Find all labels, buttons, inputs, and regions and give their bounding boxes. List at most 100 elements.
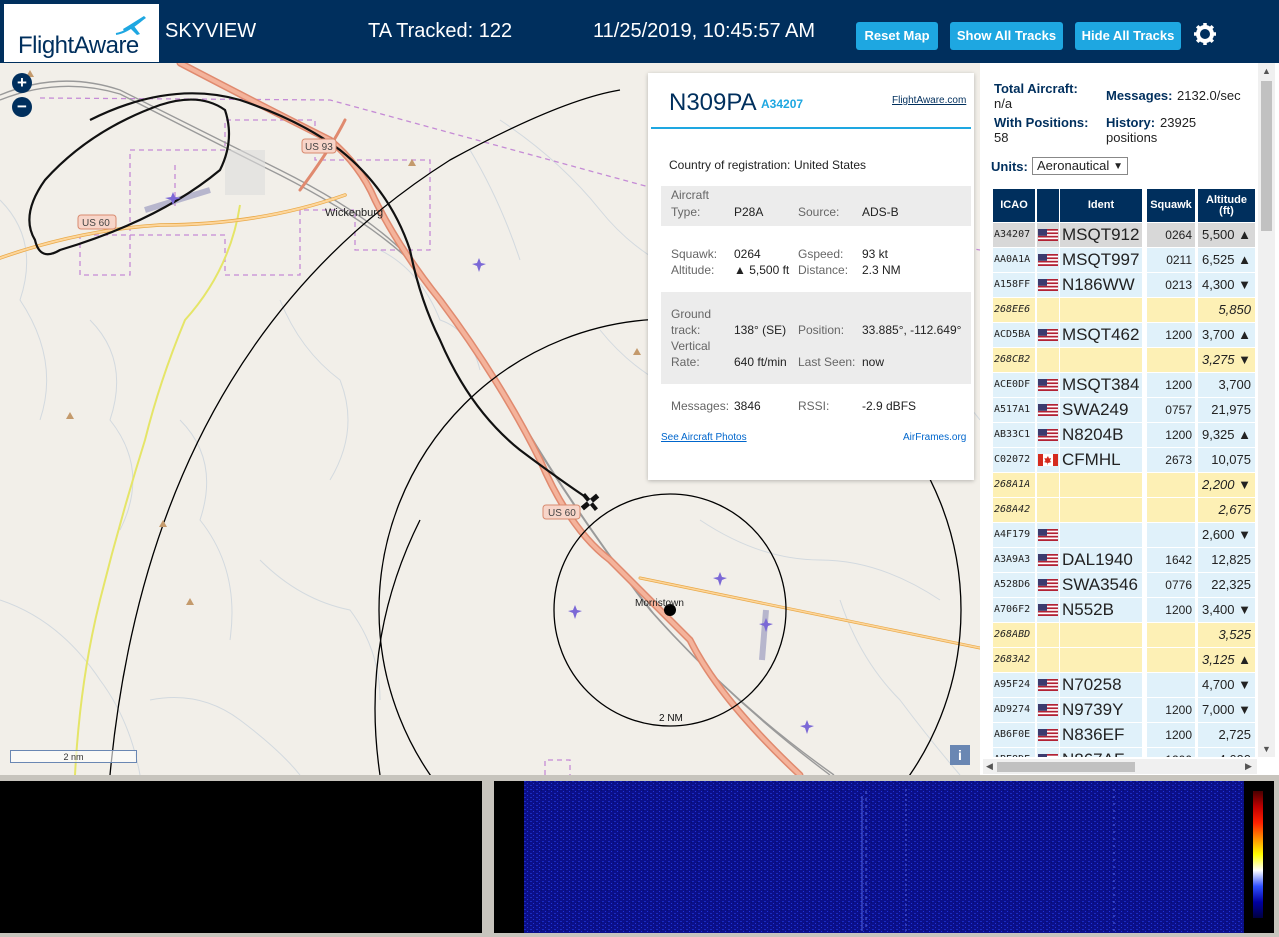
icao-cell: AA0A1A (993, 248, 1035, 272)
table-row[interactable]: 268A1A 2,200 ▼ (993, 473, 1255, 498)
scrollbar-thumb[interactable] (1261, 81, 1272, 231)
scroll-left-icon[interactable]: ◀ (986, 761, 993, 772)
horizontal-scrollbar[interactable]: ◀ ▶ (983, 759, 1257, 774)
table-row[interactable]: 268ABD 3,525 (993, 623, 1255, 648)
town-label-wickenburg: Wickenburg (325, 207, 383, 219)
ident-cell: N552B (1060, 598, 1142, 622)
ground-track-label: Ground (671, 307, 712, 321)
flag-cell (1037, 448, 1059, 472)
logo-text: FlightAware (18, 32, 139, 59)
col-ident[interactable]: Ident (1060, 189, 1142, 222)
messages-label: Messages: (671, 399, 730, 413)
track-position-row: Ground track: 138° (SE) Position: 33.885… (661, 292, 971, 384)
scroll-right-icon[interactable]: ▶ (1245, 761, 1252, 772)
flightaware-logo[interactable]: FlightAware (4, 4, 159, 62)
canada-flag-icon (1038, 454, 1058, 466)
icao-cell: A517A1 (993, 398, 1035, 422)
reset-map-button[interactable]: Reset Map (856, 22, 938, 50)
ident-cell: MSQT462 (1060, 323, 1142, 347)
altitude-cell: 22,325 ▼ (1198, 573, 1255, 616)
table-row[interactable]: A528D6 SWA3546077622,325 ▼ (993, 573, 1255, 616)
source-label: Source: (798, 205, 840, 219)
squawk-cell: 0776 (1147, 573, 1195, 597)
country-label: Country of registration: (669, 158, 791, 172)
hide-all-tracks-button[interactable]: Hide All Tracks (1075, 22, 1181, 50)
table-row[interactable]: AD9274 N9739Y 1200 7,000 ▼ (993, 698, 1255, 723)
vertical-rate-label: Vertical (671, 339, 711, 353)
icao-cell: 268A42 (993, 498, 1035, 522)
ident-cell: SWA249 (1060, 398, 1142, 422)
table-row[interactable]: 268CB2 3,275 ▼ (993, 348, 1255, 373)
col-icao[interactable]: ICAO (993, 189, 1035, 222)
icao-cell: A158FF (993, 273, 1035, 297)
col-altitude[interactable]: Altitude (ft) (1198, 189, 1255, 222)
flag-cell (1037, 273, 1059, 297)
squawk-cell: 1642 (1147, 548, 1195, 572)
zoom-in-button[interactable]: + (12, 73, 32, 93)
flag-cell (1037, 698, 1059, 722)
table-row[interactable]: 268EE6 5,850 (993, 298, 1255, 323)
ident-cell: CFMHL (1060, 448, 1142, 472)
icao-cell: ABE8DE (993, 748, 1035, 757)
selected-flight-track (28, 92, 591, 501)
icao-cell: 268CB2 (993, 348, 1035, 372)
icao-cell: A95F24 (993, 673, 1035, 697)
us60-label: US 60 (548, 508, 576, 519)
col-squawk[interactable]: Squawk (1147, 189, 1195, 222)
units-select[interactable]: Aeronautical ▼ (1032, 157, 1128, 175)
table-row[interactable]: A34207 MSQT912 0264 5,500 ▲ (993, 223, 1255, 248)
position-value: 33.885°, -112.649° (862, 323, 962, 337)
history-value: 23925 (1160, 115, 1197, 130)
spectrum-left-pane (0, 781, 482, 933)
table-row[interactable]: AA0A1A MSQT997 0211 6,525 ▲ (993, 248, 1255, 273)
altitude-cell: 2,600 ▼ (1198, 523, 1255, 547)
table-row[interactable]: AB6F0E N836EF 1200 2,725 (993, 723, 1255, 748)
table-row[interactable]: 2683A2 3,125 ▲ (993, 648, 1255, 673)
table-row[interactable]: 268A42 2,675 (993, 498, 1255, 523)
gear-icon[interactable] (1193, 22, 1217, 46)
aircraft-photos-link[interactable]: See Aircraft Photos (661, 432, 747, 443)
zoom-out-button[interactable]: − (12, 97, 32, 117)
yellow-road (74, 204, 241, 775)
table-row[interactable]: A4F179 2,600 ▼ (993, 523, 1255, 548)
squawk-cell: 1200 (1147, 698, 1195, 722)
table-row[interactable]: A3A9A3 DAL1940164212,825 ▼ (993, 548, 1255, 591)
aircraft-hex[interactable]: A34207 (761, 97, 803, 111)
airframes-link[interactable]: AirFrames.org (903, 432, 966, 443)
col-flag[interactable] (1037, 189, 1059, 222)
total-aircraft-value: n/a (994, 96, 1013, 111)
flag-cell (1037, 248, 1059, 272)
squawk-cell: 0757 (1147, 398, 1195, 422)
scroll-down-icon[interactable]: ▼ (1262, 744, 1271, 754)
chevron-down-icon: ▼ (1113, 161, 1123, 172)
table-row[interactable]: AB33C1 N8204B 1200 9,325 ▲ (993, 423, 1255, 448)
altitude-cell: 21,975 ▲ (1198, 398, 1255, 441)
flag-cell (1037, 223, 1059, 247)
town-label-morristown: Morristown (635, 598, 684, 609)
table-row[interactable]: ACD5BA MSQT462 1200 3,700 ▲ (993, 323, 1255, 348)
icao-cell: 268EE6 (993, 298, 1035, 322)
col-altitude-unit: (ft) (1219, 204, 1234, 217)
vertical-scrollbar[interactable]: ▲ ▼ (1258, 63, 1275, 757)
table-row[interactable]: A158FF N186WW 0213 4,300 ▼ (993, 273, 1255, 298)
table-row[interactable]: A706F2 N552B 1200 3,400 ▼ (993, 598, 1255, 623)
table-row[interactable]: A517A1 SWA249075721,975 ▲ (993, 398, 1255, 441)
map-info-button[interactable]: i (950, 745, 970, 765)
scroll-up-icon[interactable]: ▲ (1262, 66, 1271, 76)
flag-cell (1037, 298, 1059, 322)
icao-cell: 268ABD (993, 623, 1035, 647)
us-flag-icon (1038, 679, 1058, 691)
flightaware-link[interactable]: FlightAware.com (892, 95, 966, 106)
table-row[interactable]: ABE8DE N867AF 12004,600 (993, 748, 1255, 757)
table-row[interactable]: C02072 CFMHL267310,075 ▼ (993, 448, 1255, 491)
flag-cell (1037, 623, 1059, 647)
vertical-rate-label: Rate: (671, 355, 700, 369)
squawk-cell (1147, 673, 1195, 697)
table-row[interactable]: ACE0DF MSQT384 1200 3,700 (993, 373, 1255, 398)
squawk-cell (1147, 623, 1195, 647)
scrollbar-thumb[interactable] (997, 762, 1135, 772)
flag-cell (1037, 348, 1059, 372)
show-all-tracks-button[interactable]: Show All Tracks (950, 22, 1063, 50)
table-row[interactable]: A95F24 N70258 4,700 ▼ (993, 673, 1255, 698)
flag-cell (1037, 648, 1059, 672)
